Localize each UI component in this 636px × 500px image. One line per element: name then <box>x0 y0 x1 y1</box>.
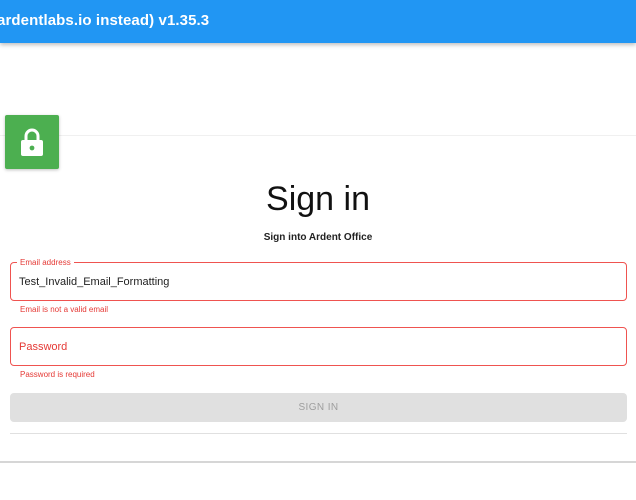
password-input[interactable] <box>19 328 614 365</box>
app-title: ardentlabs.io instead) v1.35.3 <box>0 12 210 29</box>
password-error-text: Password is required <box>20 370 95 379</box>
email-field[interactable]: Email address <box>10 257 627 301</box>
header-divider <box>0 135 636 136</box>
bottom-divider <box>0 461 636 463</box>
lock-badge <box>5 115 59 169</box>
password-field[interactable] <box>10 327 627 366</box>
page-subtitle: Sign into Ardent Office <box>263 232 373 243</box>
form-divider <box>10 433 627 434</box>
email-input[interactable] <box>19 263 614 300</box>
email-error-text: Email is not a valid email <box>20 305 109 314</box>
page-title: Sign in <box>266 180 370 218</box>
sign-in-button[interactable]: SIGN IN <box>10 393 627 422</box>
app-bar: ardentlabs.io instead) v1.35.3 <box>0 0 636 43</box>
lock-icon <box>21 128 43 156</box>
